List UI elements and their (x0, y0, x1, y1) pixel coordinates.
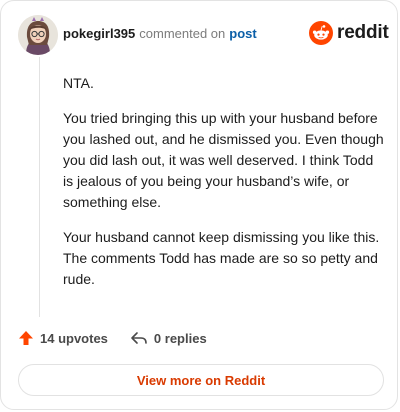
replies-button[interactable]: 0 replies (130, 330, 207, 346)
reply-arrow-icon (131, 332, 147, 344)
reply-count: 0 replies (153, 330, 207, 346)
commented-on-text: commented on (139, 26, 226, 41)
username-link[interactable]: pokegirl395 (63, 25, 135, 43)
upvote-count: 14 upvotes (40, 330, 108, 346)
reddit-wordmark: reddit (337, 22, 389, 43)
thread-line (39, 57, 40, 317)
avatar-illustration-icon (18, 15, 58, 55)
post-link[interactable]: post (229, 25, 256, 43)
comment-embed-card: pokegirl395 commented on post reddit NTA… (0, 0, 398, 410)
upvote-button[interactable]: 14 upvotes (18, 330, 108, 346)
view-more-button[interactable]: View more on Reddit (18, 364, 384, 396)
comment-body: NTA. You tried bringing this up with you… (63, 73, 387, 304)
comment-paragraph: You tried bringing this up with your hus… (63, 110, 384, 210)
comment-paragraph: NTA. (63, 75, 94, 91)
user-avatar[interactable] (18, 15, 58, 55)
comment-paragraph: Your husband cannot keep dismissing you … (63, 229, 380, 287)
upvote-arrow-icon (19, 331, 33, 345)
reddit-logo[interactable]: reddit (309, 21, 389, 45)
comment-header: pokegirl395 commented on post (63, 25, 257, 43)
reddit-alien-icon (309, 21, 333, 45)
comment-actions: 14 upvotes 0 replies (18, 330, 207, 346)
